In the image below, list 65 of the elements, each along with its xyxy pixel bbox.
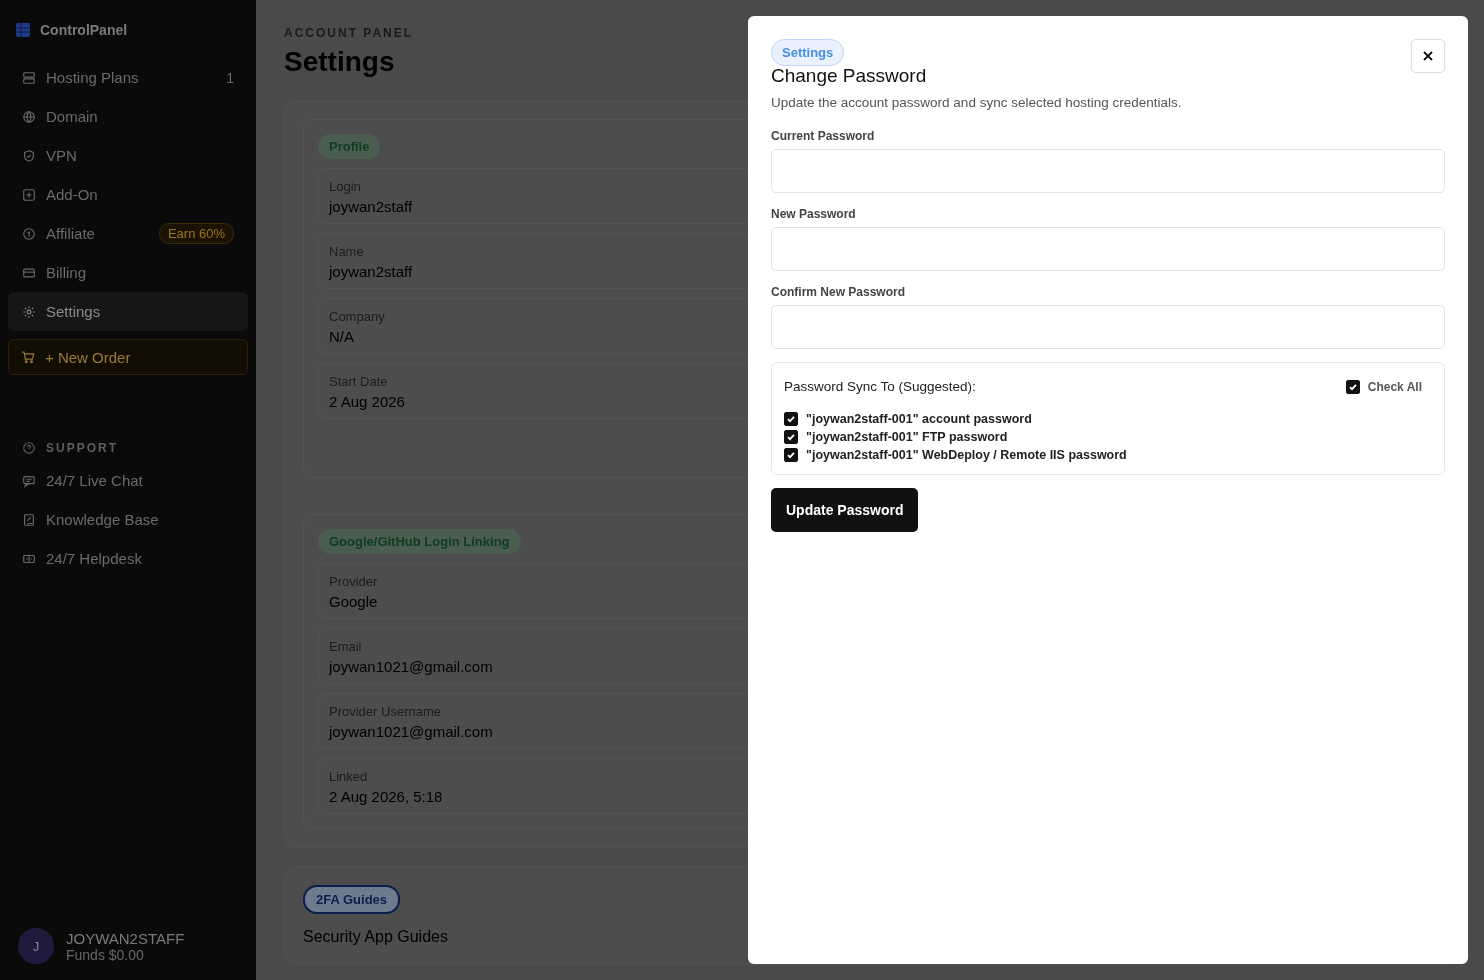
checkbox-label: "joywan2staff-001" account password bbox=[806, 412, 1032, 426]
user-name: JOYWAN2STAFF bbox=[66, 929, 185, 947]
sidebar-item[interactable]: 24/7 Helpdesk bbox=[8, 539, 248, 578]
section-heading: Security App Guides bbox=[303, 928, 449, 946]
user-funds: Funds $0.00 bbox=[66, 946, 145, 963]
cart-icon bbox=[21, 350, 35, 364]
chat-icon bbox=[22, 473, 36, 488]
field-value: joywan1021@gmail.com bbox=[329, 723, 493, 740]
field-value: N/A bbox=[329, 328, 354, 345]
sidebar-item[interactable]: Hosting Plans 1 bbox=[8, 58, 248, 97]
sidebar-item[interactable]: Add-On bbox=[8, 175, 248, 214]
book-icon bbox=[22, 512, 36, 527]
section-tag: 2FA Guides bbox=[303, 885, 401, 914]
field-value: Google bbox=[329, 593, 378, 610]
server-icon bbox=[22, 70, 36, 85]
field-value: 2 Aug 2026 bbox=[329, 393, 405, 410]
checkbox-label: "joywan2staff-001" WebDeploy / Remote IIS password bbox=[806, 448, 1127, 462]
sidebar-item[interactable]: Settings bbox=[8, 292, 248, 331]
sidebar-item[interactable]: Domain bbox=[8, 97, 248, 136]
sync-label: Password Sync To (Suggested): bbox=[784, 379, 976, 394]
earn-badge: Earn 60% bbox=[158, 223, 234, 244]
plus-icon bbox=[22, 187, 36, 202]
globe-icon bbox=[22, 109, 36, 124]
shield-icon bbox=[22, 148, 36, 163]
sidebar-item[interactable]: Billing bbox=[8, 253, 248, 292]
close-icon bbox=[1422, 50, 1434, 62]
checkbox[interactable] bbox=[784, 412, 798, 426]
card-icon bbox=[22, 265, 36, 280]
field-label: Confirm New Password bbox=[771, 285, 906, 299]
field-label: New Password bbox=[771, 207, 856, 221]
grid-logo-icon bbox=[16, 23, 30, 37]
field-label: Current Password bbox=[771, 129, 875, 143]
page-title: Settings bbox=[284, 46, 395, 78]
checkbox[interactable] bbox=[784, 430, 798, 444]
dialog-description: Update the account password and sync selected hosting credentials. bbox=[771, 95, 1183, 110]
new-order-button[interactable]: + New Order bbox=[8, 339, 248, 375]
update-password-button[interactable]: Update Password bbox=[771, 488, 919, 532]
brand-name: ControlPanel bbox=[40, 22, 128, 38]
coin-icon bbox=[22, 226, 36, 241]
close-button[interactable] bbox=[1411, 39, 1445, 73]
password-field[interactable] bbox=[771, 227, 1445, 271]
sidebar-item[interactable]: 24/7 Live Chat bbox=[8, 461, 248, 500]
section-tag: Profile bbox=[318, 134, 381, 159]
sidebar-item[interactable]: VPN bbox=[8, 136, 248, 175]
checkbox[interactable] bbox=[784, 448, 798, 462]
field-value: joywan1021@gmail.com bbox=[329, 658, 493, 675]
checkbox-label: "joywan2staff-001" FTP password bbox=[806, 430, 1008, 444]
dialog-tag: Settings bbox=[771, 39, 845, 66]
sidebar-item[interactable]: Knowledge Base bbox=[8, 500, 248, 539]
section-tag: Google/GitHub Login Linking bbox=[318, 529, 521, 554]
password-field[interactable] bbox=[771, 149, 1445, 193]
field-value: joywan2staff bbox=[329, 198, 413, 215]
sidebar-item[interactable]: Affiliate Earn 60% bbox=[8, 214, 248, 253]
item-count: 1 bbox=[226, 69, 234, 86]
section-heading: SUPPORT bbox=[46, 441, 118, 455]
field-value: 2 Aug 2026, 5:18 bbox=[329, 788, 443, 805]
check-icon bbox=[1347, 381, 1358, 392]
checkbox[interactable] bbox=[1345, 379, 1360, 394]
user-avatar: J bbox=[18, 928, 54, 964]
field-value: joywan2staff bbox=[329, 263, 413, 280]
dialog-title: Change Password bbox=[771, 65, 927, 87]
help-icon bbox=[22, 441, 36, 455]
password-field[interactable] bbox=[771, 305, 1445, 349]
gear-icon bbox=[22, 304, 36, 319]
check-all-label: Check All bbox=[1367, 379, 1422, 394]
